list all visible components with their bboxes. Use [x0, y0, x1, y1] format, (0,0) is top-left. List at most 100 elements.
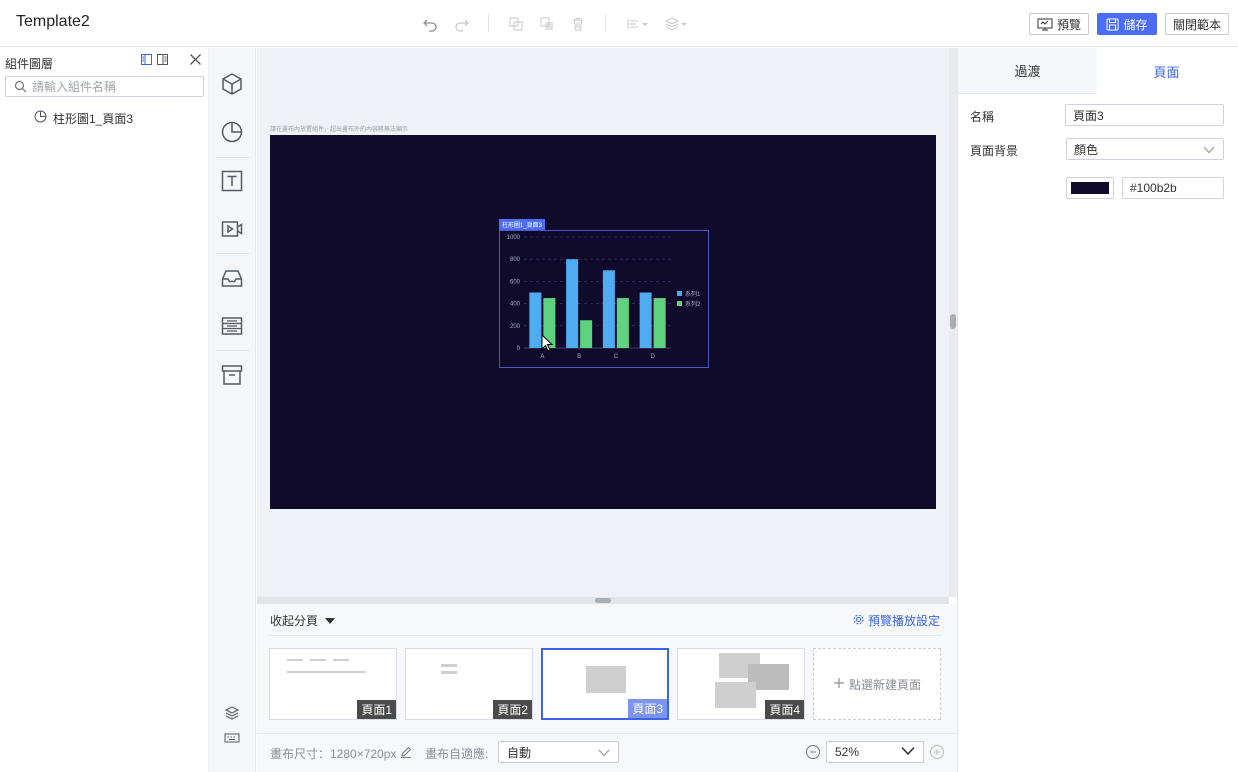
y-tick-label: 600	[510, 279, 521, 285]
tab-page[interactable]: 頁面	[1097, 48, 1236, 94]
page-thumbnail[interactable]: 頁面2	[405, 648, 533, 720]
page-thumbnail[interactable]: 頁面4	[677, 648, 805, 720]
bar-chart: 02004006008001000A B C D系列1系列2	[507, 235, 701, 360]
chevron-down-icon	[1203, 144, 1215, 158]
legend-label: 系列2	[685, 300, 701, 308]
chart-bar	[580, 320, 593, 348]
page-thumbnail-label: 頁面2	[493, 700, 532, 719]
save-icon	[1106, 18, 1119, 30]
panel-layout-icon[interactable]	[141, 54, 152, 68]
chart-selection-tag: 柱形圖1_頁面3	[499, 219, 546, 230]
page-thumbnail-label: 頁面3	[628, 699, 667, 718]
zoom-out-icon[interactable]	[805, 744, 821, 760]
y-tick-label: 400	[510, 302, 521, 308]
scrollbar-thumb[interactable]	[950, 314, 956, 329]
background-type-value: 顏色	[1074, 142, 1099, 157]
copy-icon[interactable]	[506, 14, 526, 34]
pages-divider	[268, 635, 941, 636]
x-tick-label: C	[614, 354, 619, 360]
component-divider	[216, 157, 249, 158]
chart-bar	[639, 292, 652, 348]
x-tick-label: B	[577, 354, 581, 360]
chart-bar	[616, 298, 629, 348]
redo-icon[interactable]	[452, 14, 472, 34]
canvas-size-label: 畫布尺寸：1280×720px	[270, 747, 397, 761]
component-divider	[216, 253, 249, 254]
legend-label: 系列1	[685, 290, 701, 298]
paste-icon[interactable]	[537, 14, 557, 34]
page-thumbnail-label: 頁面4	[765, 700, 804, 719]
gear-icon	[853, 614, 864, 628]
pie-chart-icon[interactable]	[219, 119, 245, 145]
page-thumbnail[interactable]: 頁面1	[269, 648, 397, 720]
preview-label: 預覽	[1056, 17, 1081, 32]
caret-down-icon	[324, 614, 336, 628]
layer-item[interactable]: 柱形圖1_頁面3	[34, 110, 133, 126]
add-page-button[interactable]: 點選新建頁面	[813, 648, 941, 720]
x-tick-label: D	[650, 354, 655, 360]
layers-search-input[interactable]	[32, 79, 197, 94]
close-template-label: 關閉範本	[1172, 17, 1221, 32]
collapse-pages-label: 收起分頁	[270, 614, 319, 628]
legend-swatch	[677, 291, 682, 296]
y-tick-label: 0	[517, 346, 521, 352]
toolbar-divider	[488, 14, 489, 32]
undo-icon[interactable]	[420, 14, 440, 34]
keyboard-icon[interactable]	[224, 732, 240, 747]
zoom-value: 52%	[835, 745, 860, 759]
canvas-size-info: 畫布尺寸：1280×720px	[270, 745, 412, 762]
archive-icon[interactable]	[219, 362, 245, 388]
delete-icon[interactable]	[568, 14, 588, 34]
preview-settings-label: 預覽播放設定	[868, 614, 941, 628]
background-type-select[interactable]: 顏色	[1066, 138, 1224, 160]
save-button[interactable]: 儲存	[1097, 13, 1157, 35]
cube-icon[interactable]	[219, 71, 245, 97]
layers-search-box[interactable]	[5, 76, 204, 97]
layer-item-label: 柱形圖1_頁面3	[53, 111, 134, 126]
mouse-cursor-icon	[541, 333, 554, 355]
splitter-grip[interactable]	[595, 598, 611, 603]
monitor-icon	[1037, 18, 1053, 30]
close-template-button[interactable]: 關閉範本	[1165, 13, 1229, 35]
add-page-label: 點選新建頁面	[848, 677, 921, 692]
page-thumbnail-label: 頁面1	[357, 700, 396, 719]
panel-split-icon[interactable]	[157, 54, 168, 68]
layers-panel-title: 組件圖層	[5, 57, 54, 71]
preview-button[interactable]: 預覽	[1029, 13, 1089, 35]
page-background-label: 頁面背景	[970, 144, 1019, 158]
close-icon[interactable]	[189, 53, 202, 69]
canvas-adapt-select[interactable]: 自動	[498, 741, 619, 763]
plus-icon	[833, 677, 845, 692]
y-tick-label: 800	[510, 257, 521, 263]
chart-bar	[653, 298, 666, 348]
toolbar-divider	[605, 14, 606, 32]
preview-settings-link[interactable]: 預覽播放設定	[853, 612, 940, 629]
video-icon[interactable]	[219, 216, 245, 242]
chart-bar	[602, 270, 615, 348]
page-name-field[interactable]: 頁面3	[1065, 104, 1224, 126]
chart-bar	[529, 292, 542, 348]
app-title: Template2	[16, 13, 90, 30]
zoom-in-icon[interactable]	[929, 744, 945, 760]
list-icon[interactable]	[219, 313, 245, 339]
zoom-select[interactable]: 52%	[826, 741, 924, 763]
canvas-adapt-label: 畫布自適應:	[425, 747, 489, 761]
y-tick-label: 1000	[507, 235, 521, 241]
background-color-input[interactable]: #100b2b	[1122, 177, 1224, 199]
align-icon[interactable]	[625, 14, 651, 34]
text-icon[interactable]	[219, 168, 245, 194]
layers-icon[interactable]	[224, 705, 240, 724]
chevron-down-icon	[598, 747, 610, 761]
legend-swatch	[677, 301, 682, 306]
page-name-value: 頁面3	[1073, 108, 1104, 123]
tab-transition[interactable]: 過渡	[958, 48, 1097, 94]
canvas-hint: 請在畫布內放置組件，超出畫布外的內容將無法顯示	[270, 127, 409, 133]
component-divider	[216, 350, 249, 351]
save-label: 儲存	[1123, 17, 1148, 32]
inbox-icon[interactable]	[219, 265, 245, 291]
collapse-pages-toggle[interactable]: 收起分頁	[270, 612, 336, 629]
color-swatch	[1071, 182, 1109, 194]
edit-icon[interactable]	[400, 746, 412, 761]
layer-order-icon[interactable]	[664, 14, 690, 34]
page-thumbnail-active[interactable]: 頁面3	[541, 648, 669, 720]
